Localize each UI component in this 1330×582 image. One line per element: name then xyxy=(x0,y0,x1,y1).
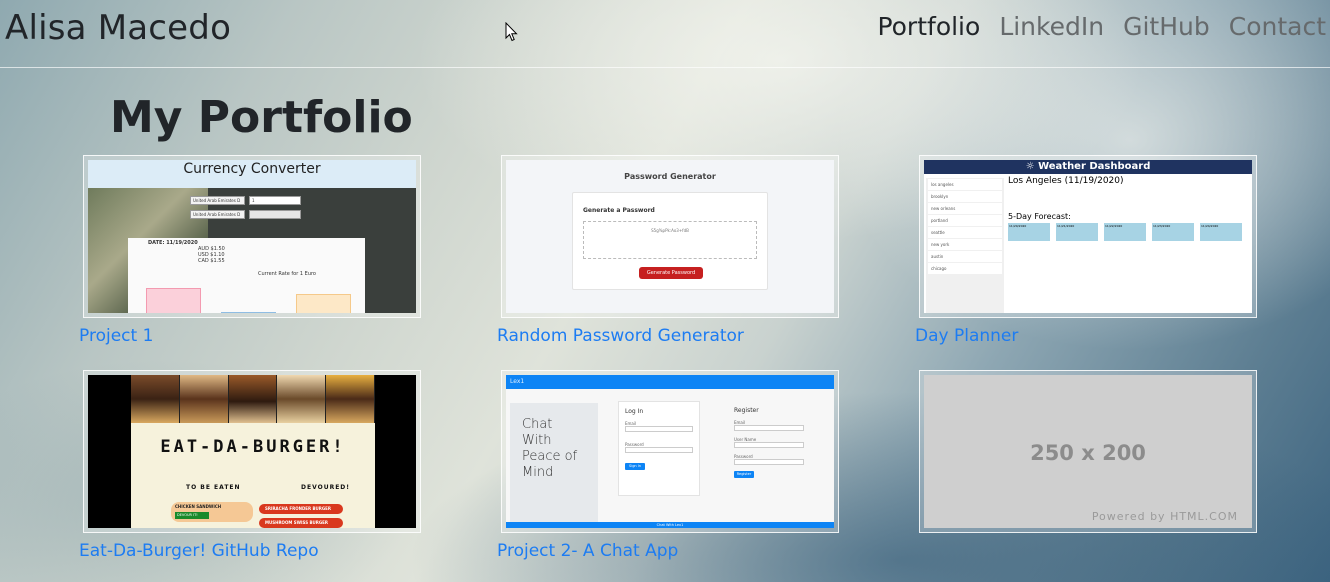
password-card: Generate a Password S5g%pPk:Ao3+fdB Gene… xyxy=(572,192,768,290)
password-output: S5g%pPk:Ao3+fdB xyxy=(583,221,757,259)
city-item: seattle xyxy=(928,227,1002,238)
page-title: My Portfolio xyxy=(110,92,413,143)
bar-aud xyxy=(146,288,201,313)
thumb-heading: Currency Converter xyxy=(88,160,416,188)
chat-hero: Chat With Peace of Mind xyxy=(510,403,598,523)
project-thumbnail[interactable]: Lex1 Chat With Peace of Mind Log In Emai… xyxy=(501,370,839,533)
sign-in-button: Sign In xyxy=(625,463,645,470)
chart-panel: DATE: 11/19/2020 AUD $1.50 USD $1.10 CAD… xyxy=(128,238,365,313)
forecast-day: 11/24/2020 xyxy=(1200,223,1242,241)
result-field xyxy=(249,210,301,219)
column-to-be-eaten: TO BE EATEN xyxy=(186,484,241,491)
project-thumbnail[interactable]: ☼ Weather Dashboard los angeles brooklyn… xyxy=(919,155,1257,318)
register-password-field xyxy=(734,459,804,465)
weather-title: Weather Dashboard xyxy=(1038,161,1151,172)
project-thumbnail[interactable]: EAT-DA-BURGER! TO BE EATEN DEVOURED! CHI… xyxy=(83,370,421,533)
navbar: Alisa Macedo Portfolio LinkedIn GitHub C… xyxy=(0,0,1330,68)
devoured-item: MUSHROOM SWISS BURGER xyxy=(259,518,343,528)
register-username-field xyxy=(734,442,804,448)
register-email-field xyxy=(734,425,804,431)
nav-item-contact[interactable]: Contact xyxy=(1229,12,1326,41)
burger-name: CHICKEN SANDWICH xyxy=(175,504,222,509)
thumb-date: DATE: 11/19/2020 xyxy=(148,240,198,246)
burger-item-card: CHICKEN SANDWICH DEVOUR IT! xyxy=(171,502,253,522)
forecast-label: 5-Day Forecast: xyxy=(1008,212,1071,221)
nav-links: Portfolio LinkedIn GitHub Contact xyxy=(877,12,1326,41)
city-item: los angeles xyxy=(928,179,1002,190)
nav-item-portfolio[interactable]: Portfolio xyxy=(877,12,980,41)
column-devoured: DEVOURED! xyxy=(301,484,351,491)
project-thumbnail[interactable]: Currency Converter United Arab Emirates … xyxy=(83,155,421,318)
project-thumbnail[interactable]: 250 x 200 Powered by HTML.COM xyxy=(919,370,1257,533)
login-form: Log In Email Password Sign In xyxy=(618,401,700,496)
card-title: Generate a Password xyxy=(583,207,655,214)
mouse-cursor-icon xyxy=(505,22,518,42)
chart-legend: Current Rate for 1 Euro xyxy=(258,271,316,277)
amount-input: 1 xyxy=(249,196,301,205)
project-link[interactable]: Project 1 xyxy=(79,326,421,346)
project-card-1: Currency Converter United Arab Emirates … xyxy=(79,155,421,346)
project-card-3: ☼ Weather Dashboard los angeles brooklyn… xyxy=(915,155,1257,346)
bar-usd xyxy=(221,312,276,313)
city-item: new orleans xyxy=(928,203,1002,214)
project-card-2: Password Generator Generate a Password S… xyxy=(497,155,839,346)
city-item: chicago xyxy=(928,263,1002,274)
currency-select: United Arab Emirates D xyxy=(190,210,245,219)
forecast-day: 11/22/2020 xyxy=(1104,223,1146,241)
devour-button: DEVOUR IT! xyxy=(175,512,209,519)
city-item: new york xyxy=(928,239,1002,250)
nav-item-github[interactable]: GitHub xyxy=(1123,12,1210,41)
city-item: portland xyxy=(928,215,1002,226)
brand-link[interactable]: Alisa Macedo xyxy=(5,8,231,48)
rate-cad: CAD $1.55 xyxy=(198,258,225,264)
chat-topbar: Lex1 xyxy=(506,375,834,389)
bar-cad xyxy=(296,294,351,313)
thumb-heading: ☼ Weather Dashboard xyxy=(924,160,1252,174)
register-title: Register xyxy=(734,407,759,414)
city-item: austin xyxy=(928,251,1002,262)
project-link[interactable]: Random Password Generator xyxy=(497,326,839,346)
nav-item-linkedin[interactable]: LinkedIn xyxy=(999,12,1104,41)
login-email-field xyxy=(625,426,693,432)
thumb-heading: Password Generator xyxy=(624,172,716,181)
burger-photos xyxy=(131,375,375,423)
current-city: Los Angeles (11/19/2020) xyxy=(1008,176,1124,186)
project-card-5: Lex1 Chat With Peace of Mind Log In Emai… xyxy=(497,370,839,561)
register-form: Register Email User Name Password Regist… xyxy=(728,401,810,496)
powered-by: Powered by HTML.COM xyxy=(1091,510,1238,523)
devoured-item: SRIRACHA FRONDER BURGER xyxy=(259,504,343,514)
chat-footer: Chat With Lex1 xyxy=(506,522,834,528)
project-card-4: EAT-DA-BURGER! TO BE EATEN DEVOURED! CHI… xyxy=(79,370,421,561)
forecast-day: 11/21/2020 xyxy=(1056,223,1098,241)
login-password-field xyxy=(625,447,693,453)
hero-text: Chat With Peace of Mind xyxy=(522,417,578,480)
city-list: los angeles brooklyn new orleans portlan… xyxy=(926,178,1004,313)
burger-title: EAT-DA-BURGER! xyxy=(160,437,346,457)
currency-select: United Arab Emirates D xyxy=(190,196,245,205)
project-thumbnail[interactable]: Password Generator Generate a Password S… xyxy=(501,155,839,318)
project-card-6: 250 x 200 Powered by HTML.COM xyxy=(919,370,1257,533)
register-button: Register xyxy=(734,471,754,478)
city-item: brooklyn xyxy=(928,191,1002,202)
burger-body: EAT-DA-BURGER! TO BE EATEN DEVOURED! CHI… xyxy=(131,423,375,528)
forecast-day: 11/20/2020 xyxy=(1008,223,1050,241)
project-link[interactable]: Eat-Da-Burger! GitHub Repo xyxy=(79,541,421,561)
login-title: Log In xyxy=(625,408,644,415)
forecast-day: 11/23/2020 xyxy=(1152,223,1194,241)
generate-button: Generate Password xyxy=(639,267,703,279)
project-link[interactable]: Project 2- A Chat App xyxy=(497,541,839,561)
project-link[interactable]: Day Planner xyxy=(915,326,1257,346)
placeholder-size: 250 x 200 xyxy=(1030,441,1146,465)
